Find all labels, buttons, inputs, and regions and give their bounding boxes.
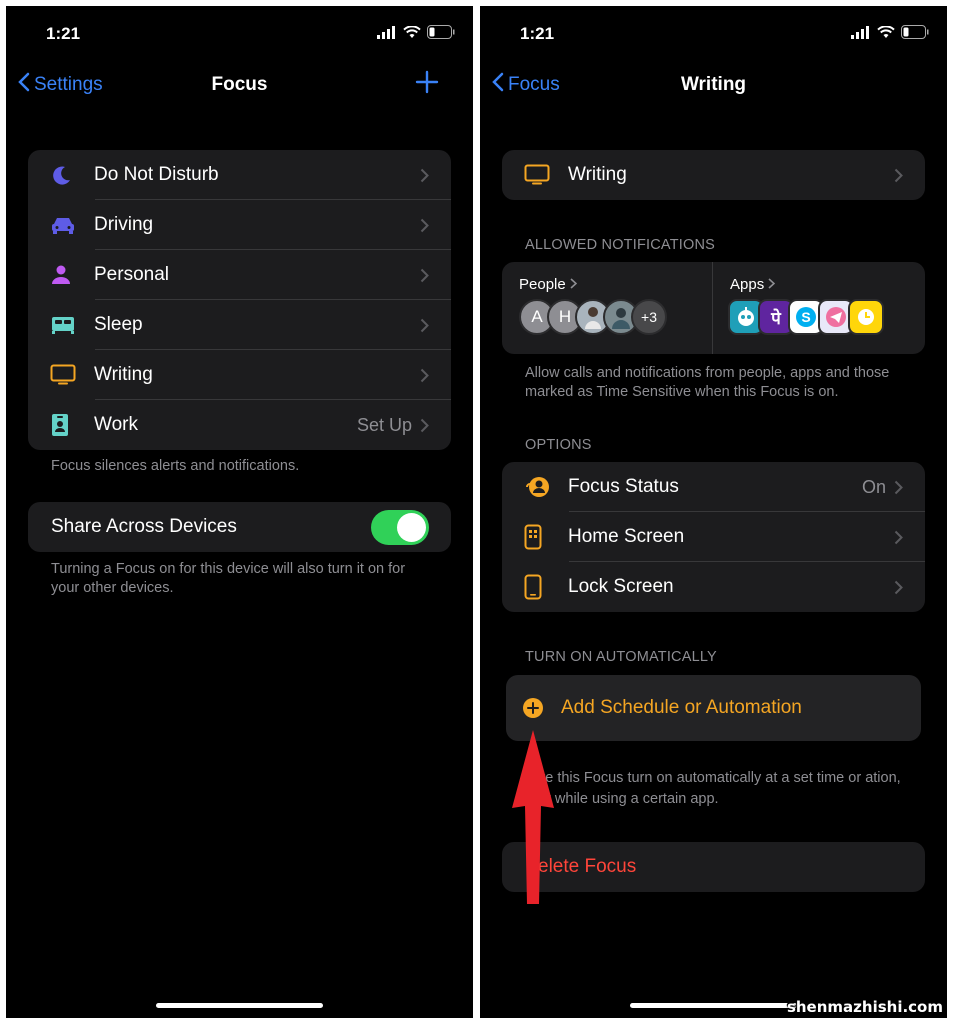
add-schedule-row[interactable]: Add Schedule or Automation	[506, 675, 921, 741]
status-time: 1:21	[520, 24, 555, 43]
option-label: Home Screen	[568, 526, 685, 547]
chevron-right-icon	[420, 368, 429, 383]
focus-name-label: Writing	[568, 164, 627, 185]
bed-icon	[50, 315, 94, 335]
wifi-icon	[403, 24, 421, 44]
chevron-right-icon	[894, 480, 903, 495]
delete-focus-row[interactable]: elete Focus	[502, 842, 925, 892]
focus-footnote: Focus silences alerts and notifications.	[51, 458, 300, 474]
left-phone-screen: 1:21 Settings Focus Do Not Disturb Drivi…	[6, 6, 473, 1018]
focus-item-label: Do Not Disturb	[94, 164, 219, 185]
signal-icon	[377, 25, 397, 44]
chevron-right-icon	[570, 276, 577, 293]
turn-on-automatically-header: TURN ON AUTOMATICALLY	[525, 649, 717, 665]
battery-icon	[901, 25, 929, 44]
share-across-devices-toggle[interactable]	[371, 510, 429, 545]
badge-icon	[50, 413, 94, 437]
wifi-icon	[877, 24, 895, 44]
clock-app-icon	[848, 299, 884, 335]
share-label: Share Across Devices	[51, 516, 237, 537]
focus-item-personal[interactable]: Personal	[28, 250, 451, 300]
status-time: 1:21	[46, 24, 81, 43]
focus-item-label: Sleep	[94, 314, 143, 335]
car-icon	[50, 215, 94, 235]
add-circle-icon	[522, 697, 544, 724]
share-across-devices-row: Share Across Devices	[28, 502, 451, 552]
apps-label: Apps	[730, 276, 765, 293]
automation-footnote: ve this Focus turn on automatically at a…	[538, 770, 901, 807]
monitor-icon	[50, 364, 94, 386]
chevron-right-icon	[894, 530, 903, 545]
focus-item-sleep[interactable]: Sleep	[28, 300, 451, 350]
home-screen-icon	[524, 524, 568, 550]
status-bar: 1:21	[6, 6, 473, 66]
apps-section[interactable]: Apps पे S	[713, 262, 925, 354]
home-indicator[interactable]	[156, 1003, 323, 1008]
focus-item-work[interactable]: Work Set Up	[28, 400, 451, 450]
focus-name-row[interactable]: Writing	[502, 150, 925, 200]
signal-icon	[851, 25, 871, 44]
chevron-right-icon	[420, 168, 429, 183]
focus-name-group: Writing	[502, 150, 925, 200]
share-footnote: Turning a Focus on for this device will …	[51, 561, 406, 596]
focus-list: Do Not Disturb Driving Personal Sleep Wr…	[28, 150, 451, 450]
work-setup-value: Set Up	[356, 414, 412, 435]
focus-item-label: Personal	[94, 264, 169, 285]
allowed-footnote: Allow calls and notifications from peopl…	[525, 365, 890, 400]
chevron-right-icon	[420, 318, 429, 333]
monitor-icon	[524, 164, 568, 186]
status-bar: 1:21	[480, 6, 947, 66]
focus-item-label: Driving	[94, 214, 154, 235]
svg-text:S: S	[801, 309, 810, 325]
more-people-count: +3	[631, 299, 667, 335]
focus-item-do-not-disturb[interactable]: Do Not Disturb	[28, 150, 451, 200]
option-label: Lock Screen	[568, 576, 674, 597]
chevron-right-icon	[894, 168, 903, 183]
watermark: shenmazhishi.com	[786, 998, 943, 1016]
lock-screen-icon	[524, 574, 568, 600]
right-phone-screen: 1:21 Focus Writing Writing ALLOWED NOTIF…	[480, 6, 947, 1018]
option-focus-status[interactable]: Focus Status On	[502, 462, 925, 512]
focus-item-label: Work	[94, 414, 138, 435]
person-icon	[50, 264, 94, 286]
page-title: Writing	[680, 74, 747, 95]
people-label: People	[519, 276, 566, 293]
people-avatars: A H +3	[519, 299, 667, 335]
option-lock-screen[interactable]: Lock Screen	[502, 562, 925, 612]
chevron-right-icon	[894, 580, 903, 595]
chevron-right-icon	[768, 276, 776, 293]
allowed-notifications-group: People A H +3 Apps पे S	[502, 262, 925, 354]
allowed-notifications-header: ALLOWED NOTIFICATIONS	[525, 237, 716, 253]
focus-item-driving[interactable]: Driving	[28, 200, 451, 250]
chevron-right-icon	[420, 218, 429, 233]
option-home-screen[interactable]: Home Screen	[502, 512, 925, 562]
chevron-right-icon	[420, 418, 429, 433]
moon-icon	[50, 164, 94, 186]
focus-status-value: On	[861, 476, 886, 497]
page-title: Focus	[211, 74, 268, 95]
chevron-right-icon	[420, 268, 429, 283]
home-indicator[interactable]	[630, 1003, 797, 1008]
red-arrow-annotation	[512, 730, 554, 904]
add-focus-button[interactable]	[415, 70, 439, 99]
nav-bar: Focus Writing	[480, 66, 947, 110]
plus-icon	[415, 70, 439, 98]
focus-item-label: Writing	[94, 364, 153, 385]
add-schedule-label: Add Schedule or Automation	[561, 697, 802, 718]
focus-item-writing[interactable]: Writing	[28, 350, 451, 400]
battery-icon	[427, 25, 455, 44]
options-header: OPTIONS	[525, 437, 592, 453]
focus-status-icon	[524, 475, 568, 499]
app-icons: पे S	[728, 299, 884, 335]
option-label: Focus Status	[568, 476, 679, 497]
nav-bar: Settings Focus	[6, 66, 473, 110]
options-list: Focus Status On Home Screen Lock Screen	[502, 462, 925, 612]
people-section[interactable]: People A H +3	[502, 262, 712, 354]
